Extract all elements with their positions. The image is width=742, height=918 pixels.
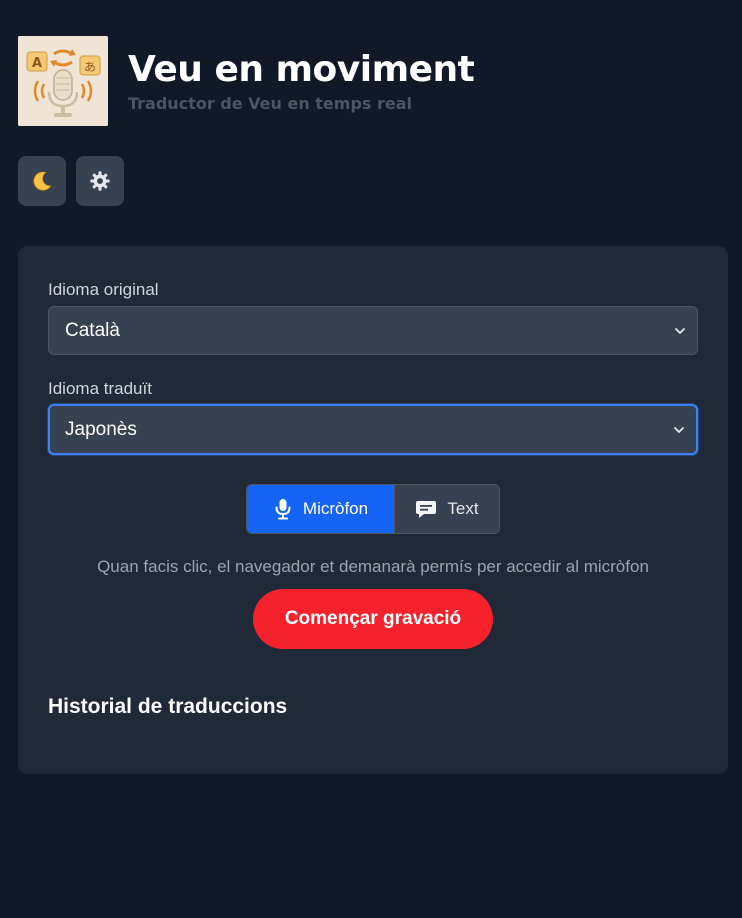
moon-icon bbox=[33, 171, 52, 191]
translator-card: Idioma original Català Idioma traduït Ja… bbox=[18, 246, 728, 774]
app-title: Veu en moviment bbox=[128, 49, 475, 90]
permission-hint: Quan facis clic, el navegador et demanar… bbox=[97, 557, 649, 576]
source-language-select[interactable]: Català bbox=[48, 306, 698, 355]
chevron-down-icon bbox=[675, 327, 685, 334]
toolbar bbox=[18, 156, 124, 206]
target-language-label: Idioma traduït bbox=[48, 379, 152, 398]
microphone-mode-label: Micròfon bbox=[302, 499, 369, 518]
start-recording-button[interactable]: Començar gravació bbox=[253, 589, 493, 649]
microphone-icon bbox=[275, 499, 291, 520]
history-title: Historial de traduccions bbox=[48, 695, 288, 718]
theme-toggle-button[interactable] bbox=[18, 156, 66, 206]
gear-icon bbox=[90, 171, 110, 191]
app-subtitle: Traductor de Veu en temps real bbox=[128, 94, 413, 113]
input-mode-toggle: Micròfon Text bbox=[246, 484, 500, 534]
title-block: Veu en moviment Traductor de Veu en temp… bbox=[128, 49, 475, 114]
app-logo: A あ bbox=[18, 36, 108, 126]
source-language-value: Català bbox=[65, 319, 120, 341]
microphone-mode-button[interactable]: Micròfon bbox=[247, 485, 394, 533]
svg-text:A: A bbox=[32, 56, 42, 71]
chevron-down-icon bbox=[674, 426, 684, 433]
app-header: A あ Veu en moviment Traductor de Veu en … bbox=[18, 36, 475, 126]
settings-button[interactable] bbox=[76, 156, 124, 206]
text-mode-label: Text bbox=[447, 499, 479, 518]
message-icon bbox=[416, 501, 437, 518]
target-language-value: Japonès bbox=[65, 418, 137, 440]
microphone-translate-logo-icon: A あ bbox=[18, 36, 108, 126]
target-language-select[interactable]: Japonès bbox=[48, 404, 698, 455]
text-mode-button[interactable]: Text bbox=[394, 485, 499, 533]
source-language-label: Idioma original bbox=[48, 280, 159, 299]
svg-text:あ: あ bbox=[84, 60, 96, 74]
